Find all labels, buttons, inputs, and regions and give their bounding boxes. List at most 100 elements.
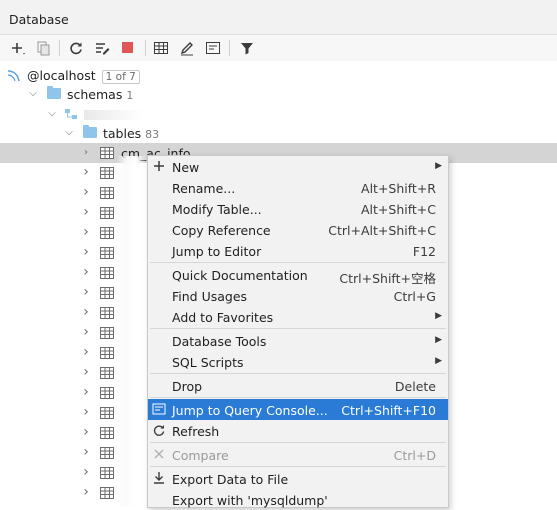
table-icon xyxy=(100,247,115,263)
menu-item-copy-reference[interactable]: Copy Reference Ctrl+Alt+Shift+C xyxy=(148,219,448,240)
menu-item-sql-scripts[interactable]: SQL Scripts ▶ xyxy=(148,351,448,372)
folder-icon xyxy=(83,125,97,138)
chevron-right-icon[interactable]: › xyxy=(80,405,92,419)
menu-item-new[interactable]: New ▶ xyxy=(148,156,448,177)
chevron-right-icon[interactable]: › xyxy=(80,345,92,359)
host-label: @localhost xyxy=(27,68,96,83)
schemas-count: 1 xyxy=(126,89,134,102)
table-icon xyxy=(100,307,115,323)
menu-item-drop[interactable]: Drop Delete xyxy=(148,375,448,396)
chevron-right-icon[interactable]: › xyxy=(80,165,92,179)
menu-label: Database Tools xyxy=(172,334,267,349)
menu-separator xyxy=(150,442,446,443)
edit-icon[interactable] xyxy=(178,39,196,57)
submenu-arrow-icon: ▶ xyxy=(435,161,442,171)
toolbar-separator xyxy=(59,40,60,56)
menu-item-add-to-favorites[interactable]: Add to Favorites ▶ xyxy=(148,306,448,327)
schema-icon xyxy=(65,109,77,119)
tree-node-schema[interactable]: ⌵ xyxy=(0,104,557,124)
tree-node-tables[interactable]: ⌵ tables 83 xyxy=(0,123,557,143)
chevron-right-icon[interactable]: › xyxy=(80,285,92,299)
menu-item-jump-to-query-console[interactable]: Jump to Query Console... Ctrl+Shift+F10 xyxy=(148,399,448,420)
tables-label: tables xyxy=(103,126,142,141)
menu-label: Refresh xyxy=(172,424,220,439)
menu-item-find-usages[interactable]: Find Usages Ctrl+G xyxy=(148,285,448,306)
table-icon xyxy=(100,447,115,463)
menu-item-export-data-to-file[interactable]: Export Data to File xyxy=(148,468,448,489)
menu-item-rename[interactable]: Rename... Alt+Shift+R xyxy=(148,177,448,198)
menu-label: Jump to Query Console... xyxy=(172,403,328,418)
menu-item-refresh[interactable]: Refresh xyxy=(148,420,448,441)
schema-count-badge[interactable]: 1 of 7 xyxy=(101,70,140,84)
table-icon xyxy=(100,207,115,223)
plus-icon xyxy=(152,159,166,173)
submenu-arrow-icon: ▶ xyxy=(435,356,442,366)
tool-window-title: Database xyxy=(9,12,69,27)
refresh-icon[interactable] xyxy=(67,39,85,57)
table-icon xyxy=(100,387,115,403)
chevron-right-icon[interactable]: › xyxy=(80,305,92,319)
chevron-right-icon[interactable]: › xyxy=(80,225,92,239)
console-icon xyxy=(152,402,166,416)
table-icon xyxy=(100,367,115,383)
tree-node-host[interactable]: @localhost 1 of 7 xyxy=(0,65,557,85)
chevron-down-icon[interactable]: ⌵ xyxy=(46,108,58,120)
sql-console-icon[interactable] xyxy=(204,39,222,57)
menu-item-jump-to-editor[interactable]: Jump to Editor F12 xyxy=(148,240,448,261)
redacted-schema-name xyxy=(84,110,144,120)
tree-node-schemas[interactable]: ⌵ schemas 1 xyxy=(0,84,557,104)
submenu-arrow-icon: ▶ xyxy=(435,311,442,321)
compare-icon xyxy=(152,447,166,461)
add-icon[interactable] xyxy=(9,39,27,57)
refresh-icon xyxy=(152,423,166,437)
edit-datasource-icon[interactable] xyxy=(93,39,111,57)
chevron-right-icon[interactable]: › xyxy=(80,205,92,219)
stop-icon[interactable] xyxy=(119,39,137,57)
menu-item-quick-documentation[interactable]: Quick Documentation Ctrl+Shift+空格 xyxy=(148,264,448,286)
filter-icon[interactable] xyxy=(238,39,256,57)
menu-item-database-tools[interactable]: Database Tools ▶ xyxy=(148,330,448,351)
chevron-down-icon[interactable]: ⌵ xyxy=(63,127,75,139)
menu-label: Find Usages xyxy=(172,289,248,304)
datasource-icon xyxy=(7,70,20,82)
menu-label: SQL Scripts xyxy=(172,355,244,370)
schemas-label: schemas xyxy=(67,87,123,102)
chevron-right-icon[interactable]: › xyxy=(80,147,92,159)
menu-label: Jump to Editor xyxy=(172,244,262,259)
chevron-right-icon[interactable]: › xyxy=(80,485,92,499)
menu-separator xyxy=(150,373,446,374)
table-icon xyxy=(100,147,114,159)
table-editor-icon[interactable] xyxy=(152,39,170,57)
chevron-down-icon[interactable]: ⌵ xyxy=(27,88,39,100)
table-icon xyxy=(100,227,115,243)
submenu-arrow-icon: ▶ xyxy=(435,335,442,345)
menu-shortcut: Delete xyxy=(394,379,436,394)
duplicate-icon[interactable] xyxy=(34,39,52,57)
menu-item-export-with-mysqldump[interactable]: Export with 'mysqldump' xyxy=(148,489,448,510)
menu-label: Copy Reference xyxy=(172,223,271,238)
menu-item-modify-table[interactable]: Modify Table... Alt+Shift+C xyxy=(148,198,448,219)
menu-item-compare[interactable]: Compare Ctrl+D xyxy=(148,444,448,465)
table-icon xyxy=(100,347,115,363)
export-icon xyxy=(152,471,166,485)
menu-separator xyxy=(150,328,446,329)
chevron-right-icon[interactable]: › xyxy=(80,265,92,279)
chevron-right-icon[interactable]: › xyxy=(80,385,92,399)
menu-label: Compare xyxy=(172,448,229,463)
table-icon xyxy=(100,327,115,343)
table-icon xyxy=(100,487,115,503)
chevron-right-icon[interactable]: › xyxy=(80,445,92,459)
toolbar-separator xyxy=(229,40,230,56)
menu-separator xyxy=(150,466,446,467)
menu-shortcut: Alt+Shift+R xyxy=(361,181,436,196)
tool-window-header: Database xyxy=(0,0,557,35)
menu-shortcut: F12 xyxy=(412,244,436,259)
chevron-right-icon[interactable]: › xyxy=(80,185,92,199)
chevron-right-icon[interactable]: › xyxy=(80,365,92,379)
chevron-right-icon[interactable]: › xyxy=(80,425,92,439)
table-icon xyxy=(100,287,115,303)
chevron-right-icon[interactable]: › xyxy=(80,465,92,479)
chevron-right-icon[interactable]: › xyxy=(80,325,92,339)
chevron-right-icon[interactable]: › xyxy=(80,245,92,259)
menu-shortcut: Alt+Shift+C xyxy=(360,202,436,217)
